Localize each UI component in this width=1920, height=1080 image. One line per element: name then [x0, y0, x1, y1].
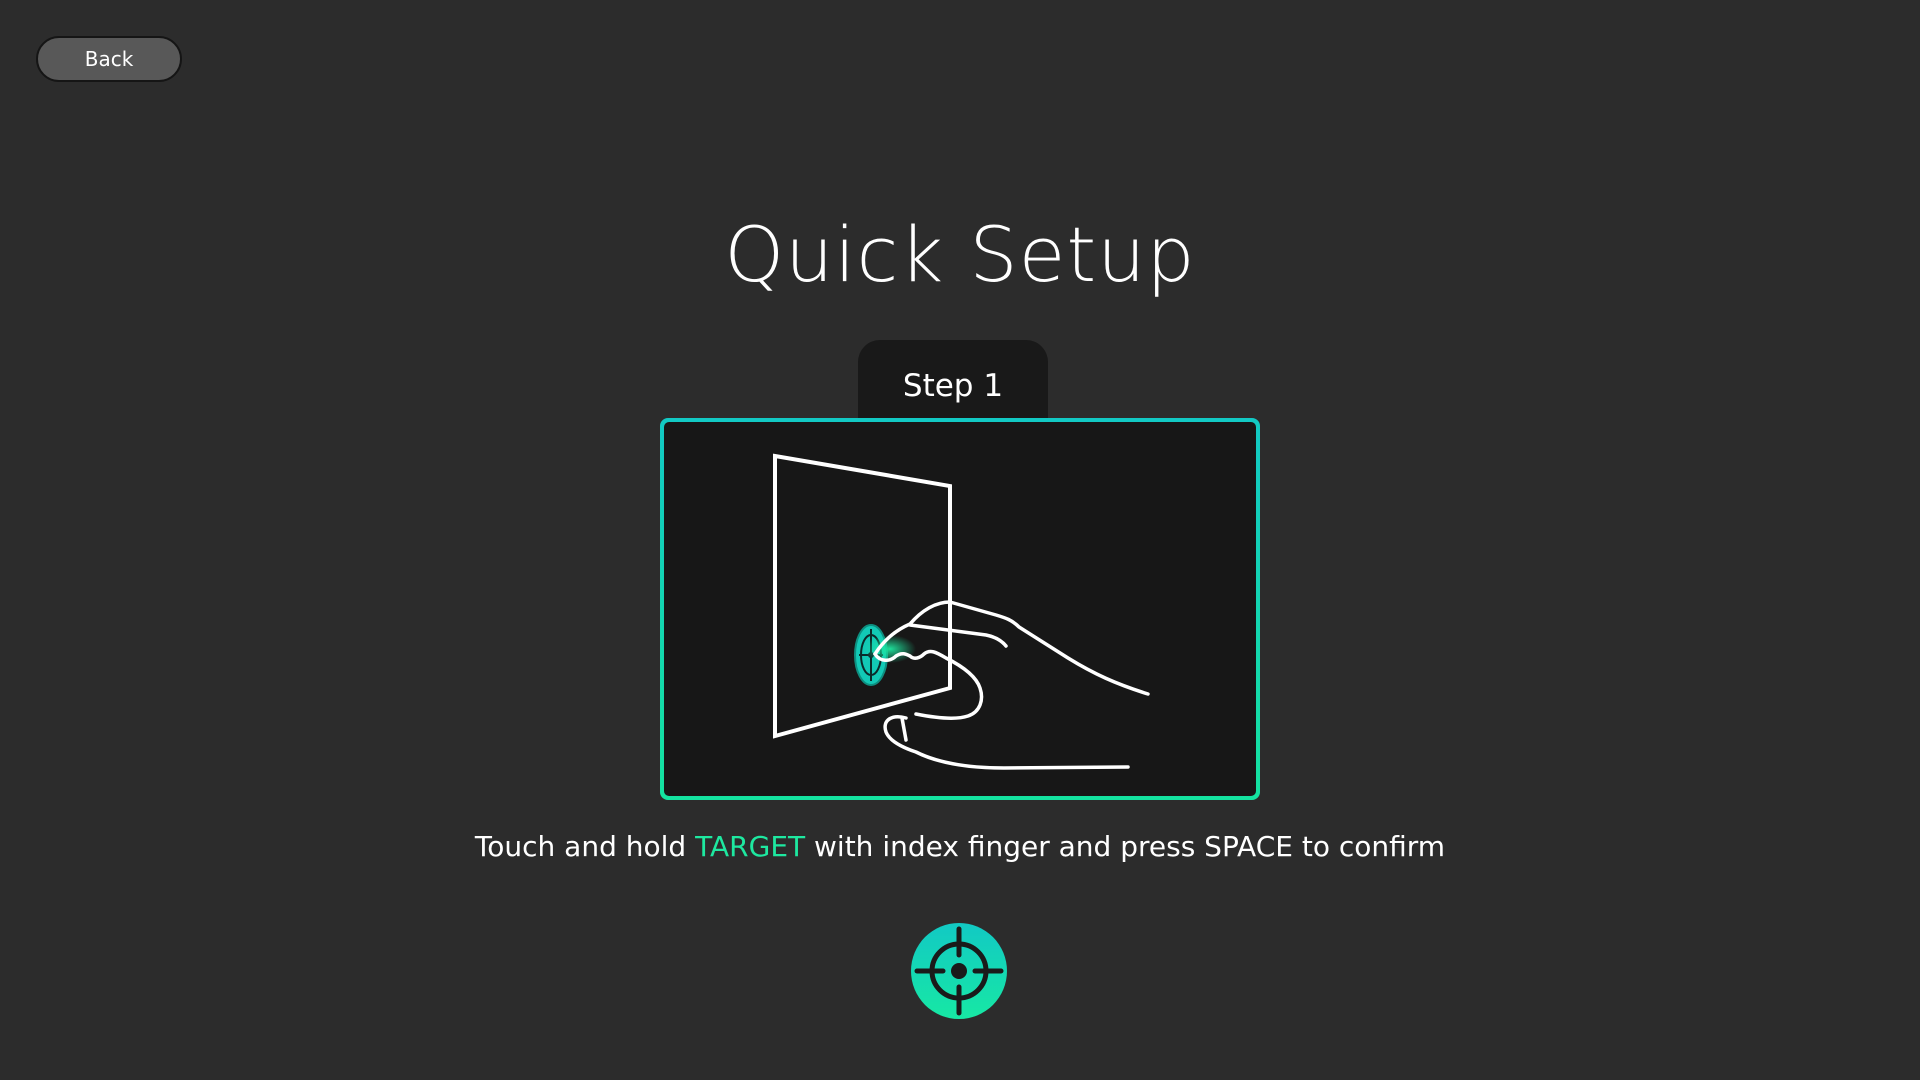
instruction-before: Touch and hold — [474, 830, 696, 863]
step-label: Step 1 — [902, 368, 1004, 404]
hand-touching-screen-illustration — [773, 453, 1150, 770]
illustration-panel — [664, 422, 1256, 796]
instruction-highlight: TARGET — [695, 830, 806, 863]
instruction-after: with index finger and press SPACE to con… — [805, 830, 1446, 863]
screen-outline — [773, 453, 952, 739]
crosshair-target-icon — [911, 923, 1007, 1019]
step-tab: Step 1 — [858, 340, 1048, 430]
quick-setup-screen: Back Quick Setup Step 1 Touch and hold T… — [0, 0, 1920, 1080]
hand-outline — [873, 600, 1150, 696]
illustration-frame — [660, 418, 1260, 800]
back-button[interactable]: Back — [36, 36, 182, 82]
page-title: Quick Setup — [724, 210, 1196, 299]
target-button[interactable] — [909, 921, 1009, 1021]
instruction-text: Touch and hold TARGET with index finger … — [0, 825, 1920, 869]
